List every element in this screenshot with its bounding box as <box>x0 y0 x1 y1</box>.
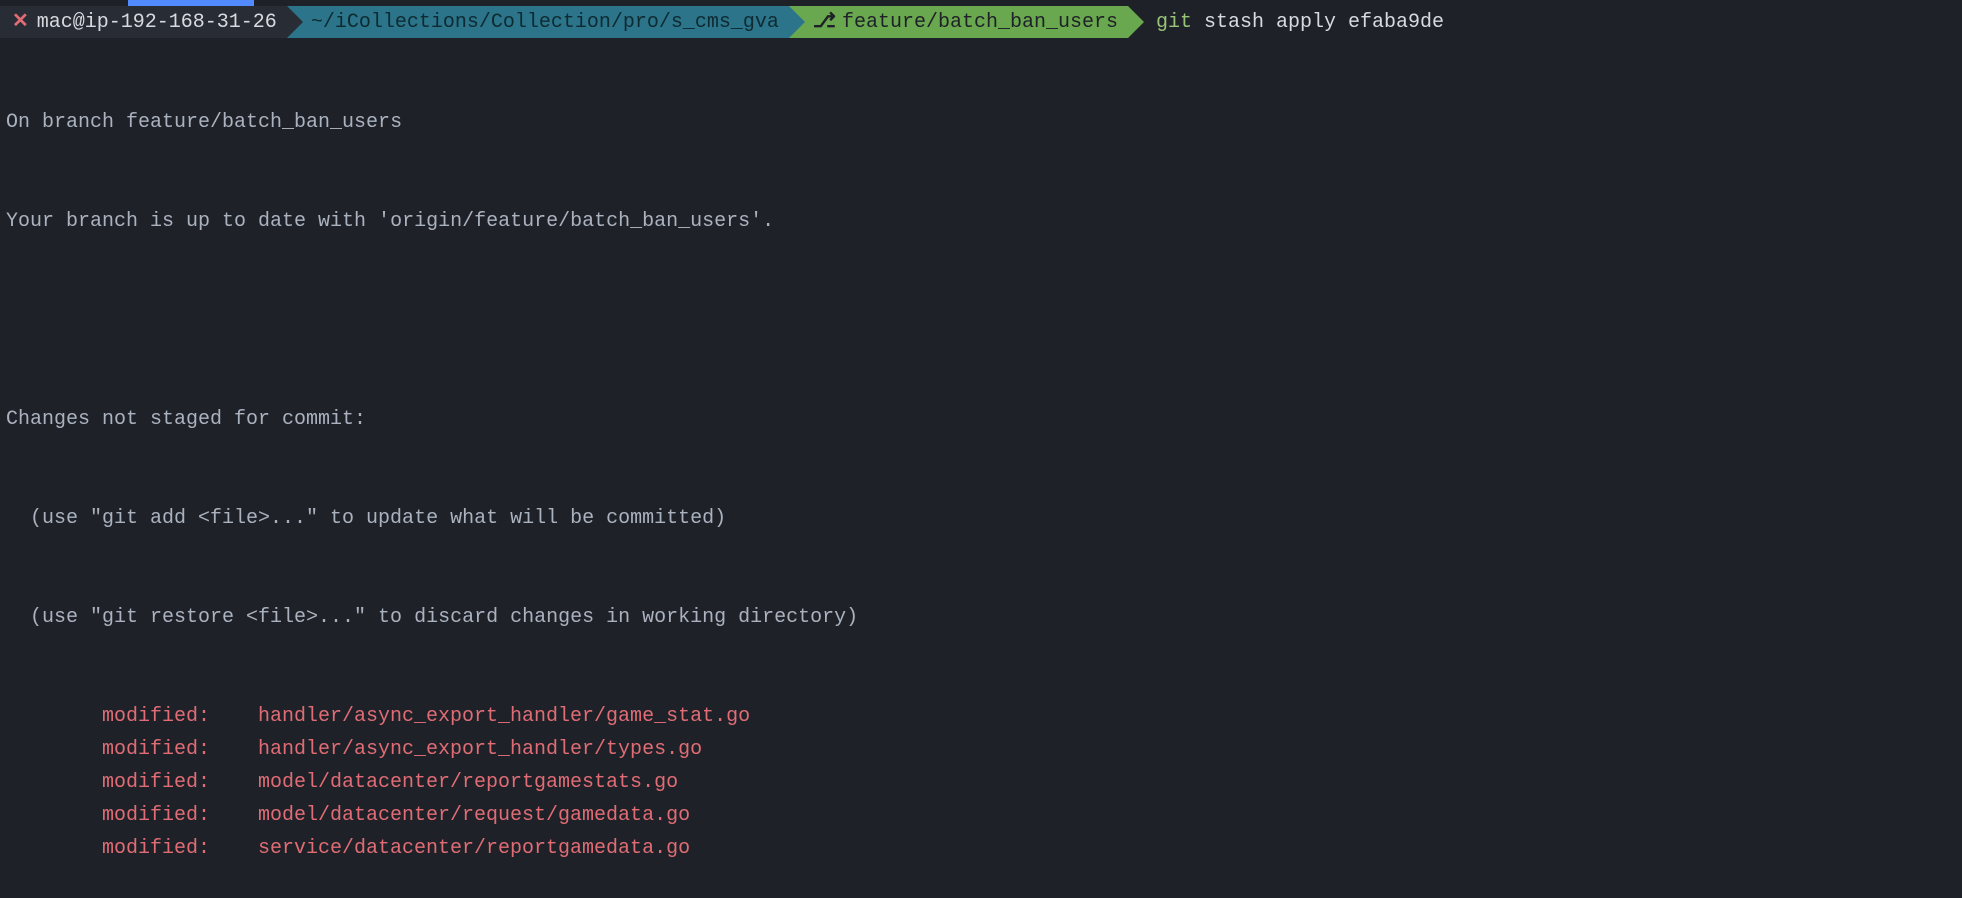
status-uptodate-line: Your branch is up to date with 'origin/f… <box>6 205 1956 238</box>
path-text: ~/iCollections/Collection/pro/s_cms_gva <box>311 6 779 39</box>
modified-file-row: modified:model/datacenter/request/gameda… <box>6 799 1956 832</box>
blank-line <box>6 304 1956 337</box>
modified-file-path: service/datacenter/reportgamedata.go <box>258 837 690 860</box>
modified-file-path: handler/async_export_handler/game_stat.g… <box>258 705 750 728</box>
modified-file-path: handler/async_export_handler/types.go <box>258 738 702 761</box>
modified-file-row: modified:model/datacenter/reportgamestat… <box>6 766 1956 799</box>
close-icon: ✕ <box>12 6 29 39</box>
status-branch-line: On branch feature/batch_ban_users <box>6 106 1956 139</box>
modified-label: modified: <box>102 700 258 733</box>
modified-files-list: modified:handler/async_export_handler/ga… <box>6 700 1956 865</box>
terminal-output[interactable]: On branch feature/batch_ban_users Your b… <box>0 38 1962 898</box>
changes-header: Changes not staged for commit: <box>6 403 1956 436</box>
prompt-branch-segment: ⎇ feature/batch_ban_users <box>789 6 1128 38</box>
prompt-path-segment: ~/iCollections/Collection/pro/s_cms_gva <box>287 6 789 38</box>
branch-text: feature/batch_ban_users <box>842 6 1118 39</box>
modified-file-path: model/datacenter/reportgamestats.go <box>258 771 678 794</box>
git-branch-icon: ⎇ <box>813 6 836 39</box>
segment-arrow-icon <box>789 6 805 38</box>
git-command: git <box>1156 6 1192 39</box>
modified-file-row: modified:handler/async_export_handler/ty… <box>6 733 1956 766</box>
hint-restore: (use "git restore <file>..." to discard … <box>6 601 1956 634</box>
modified-file-row: modified:service/datacenter/reportgameda… <box>6 832 1956 865</box>
git-args: stash apply efaba9de <box>1192 6 1444 39</box>
prompt-line[interactable]: ✕ mac@ip-192-168-31-26 ~/iCollections/Co… <box>0 6 1962 38</box>
segment-arrow-icon <box>1128 6 1144 38</box>
modified-label: modified: <box>102 832 258 865</box>
modified-file-row: modified:handler/async_export_handler/ga… <box>6 700 1956 733</box>
modified-file-path: model/datacenter/request/gamedata.go <box>258 804 690 827</box>
command-input-area[interactable]: git stash apply efaba9de <box>1128 6 1444 38</box>
modified-label: modified: <box>102 799 258 832</box>
modified-label: modified: <box>102 733 258 766</box>
user-host-text: mac@ip-192-168-31-26 <box>37 6 277 39</box>
segment-arrow-icon <box>287 6 303 38</box>
modified-label: modified: <box>102 766 258 799</box>
prompt-user-host-segment: ✕ mac@ip-192-168-31-26 <box>0 6 287 38</box>
hint-add: (use "git add <file>..." to update what … <box>6 502 1956 535</box>
